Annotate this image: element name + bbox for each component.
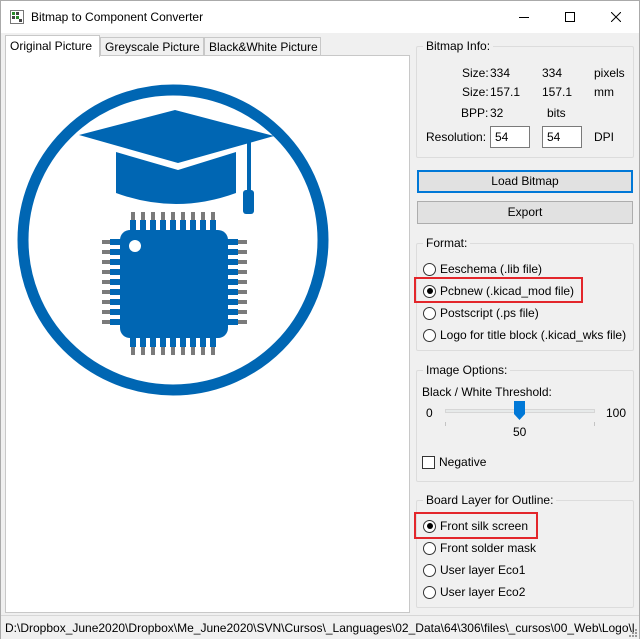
app-icon [10,10,24,24]
close-button[interactable] [593,1,639,33]
threshold-label: Black / White Threshold: [422,385,552,399]
format-option-postscript[interactable]: Postscript (.ps file) [423,304,539,322]
format-option-logo[interactable]: Logo for title block (.kicad_wks file) [423,326,626,344]
bpp-unit: bits [547,106,566,120]
resolution-x-input[interactable]: 54 [490,126,530,148]
layer-option-front-solder-mask[interactable]: Front solder mask [423,539,536,557]
picture-panel[interactable] [5,55,410,613]
resolution-unit: DPI [594,130,615,144]
layer-option-eco1[interactable]: User layer Eco1 [423,561,525,579]
format-option-label: Logo for title block (.kicad_wks file) [440,328,627,342]
threshold-max: 100 [606,406,627,420]
maximize-icon [565,12,575,22]
bitmap-info-group: Bitmap Info: Size: 334 334 pixels Size: … [416,39,634,158]
layer-option-label: User layer Eco2 [440,585,526,599]
negative-checkbox-row[interactable]: Negative [422,453,486,471]
slider-tick [594,422,595,426]
layer-option-eco2[interactable]: User layer Eco2 [423,583,525,601]
format-option-eeschema[interactable]: Eeschema (.lib file) [423,260,542,278]
app-window: Bitmap to Component Converter Original P… [0,0,640,639]
format-title: Format: [423,236,471,250]
negative-label: Negative [439,455,487,469]
slider-tick [445,422,446,426]
resize-grip-icon[interactable] [627,627,637,637]
unit-mm: mm [594,85,614,99]
size-mm-label: Size: [462,85,489,99]
export-button[interactable]: Export [417,201,633,224]
image-options-group: Image Options: Black / White Threshold: … [416,363,634,482]
layer-option-label: Front solder mask [440,541,537,555]
height-px-value: 334 [542,66,563,80]
format-option-label: Eeschema (.lib file) [440,262,543,276]
radio-button[interactable] [423,328,436,342]
title-bar[interactable]: Bitmap to Component Converter [1,1,639,33]
resolution-label: Resolution: [426,130,487,144]
window-title: Bitmap to Component Converter [31,10,204,24]
radio-button[interactable] [423,585,436,599]
radio-button[interactable] [423,563,436,577]
threshold-min: 0 [426,406,433,420]
width-px-value: 334 [490,66,511,80]
minimize-button[interactable] [501,1,547,33]
layer-option-label: User layer Eco1 [440,563,526,577]
width-mm-value: 157.1 [490,85,521,99]
negative-checkbox[interactable] [422,455,435,469]
tab-black-white-picture[interactable]: Black&White Picture [204,37,321,56]
graduation-cap-chip-logo-icon [17,84,329,396]
radio-button[interactable] [423,262,436,276]
tab-greyscale-picture[interactable]: Greyscale Picture [100,37,204,56]
unit-pixels: pixels [594,66,625,80]
radio-button[interactable] [423,541,436,555]
board-layer-title: Board Layer for Outline: [423,493,557,507]
load-bitmap-button[interactable]: Load Bitmap [417,170,633,193]
status-bar: D:\Dropbox_June2020\Dropbox\Me_June2020\… [1,615,639,639]
status-path: D:\Dropbox_June2020\Dropbox\Me_June2020\… [5,621,635,635]
image-options-title: Image Options: [423,363,511,377]
close-icon [611,12,621,22]
pcbnew-highlight-box [414,277,583,303]
front-silk-highlight-box [414,512,538,539]
bitmap-info-title: Bitmap Info: [423,39,494,53]
threshold-value: 50 [513,425,527,439]
height-mm-value: 157.1 [542,85,573,99]
bpp-label: BPP: [461,106,489,120]
maximize-button[interactable] [547,1,593,33]
threshold-slider-thumb[interactable] [514,401,525,420]
resolution-y-input[interactable]: 54 [542,126,582,148]
format-option-label: Postscript (.ps file) [440,306,539,320]
bpp-value: 32 [490,106,504,120]
minimize-icon [519,17,529,18]
size-px-label: Size: [462,66,489,80]
radio-button[interactable] [423,306,436,320]
tab-original-picture[interactable]: Original Picture [5,35,100,57]
